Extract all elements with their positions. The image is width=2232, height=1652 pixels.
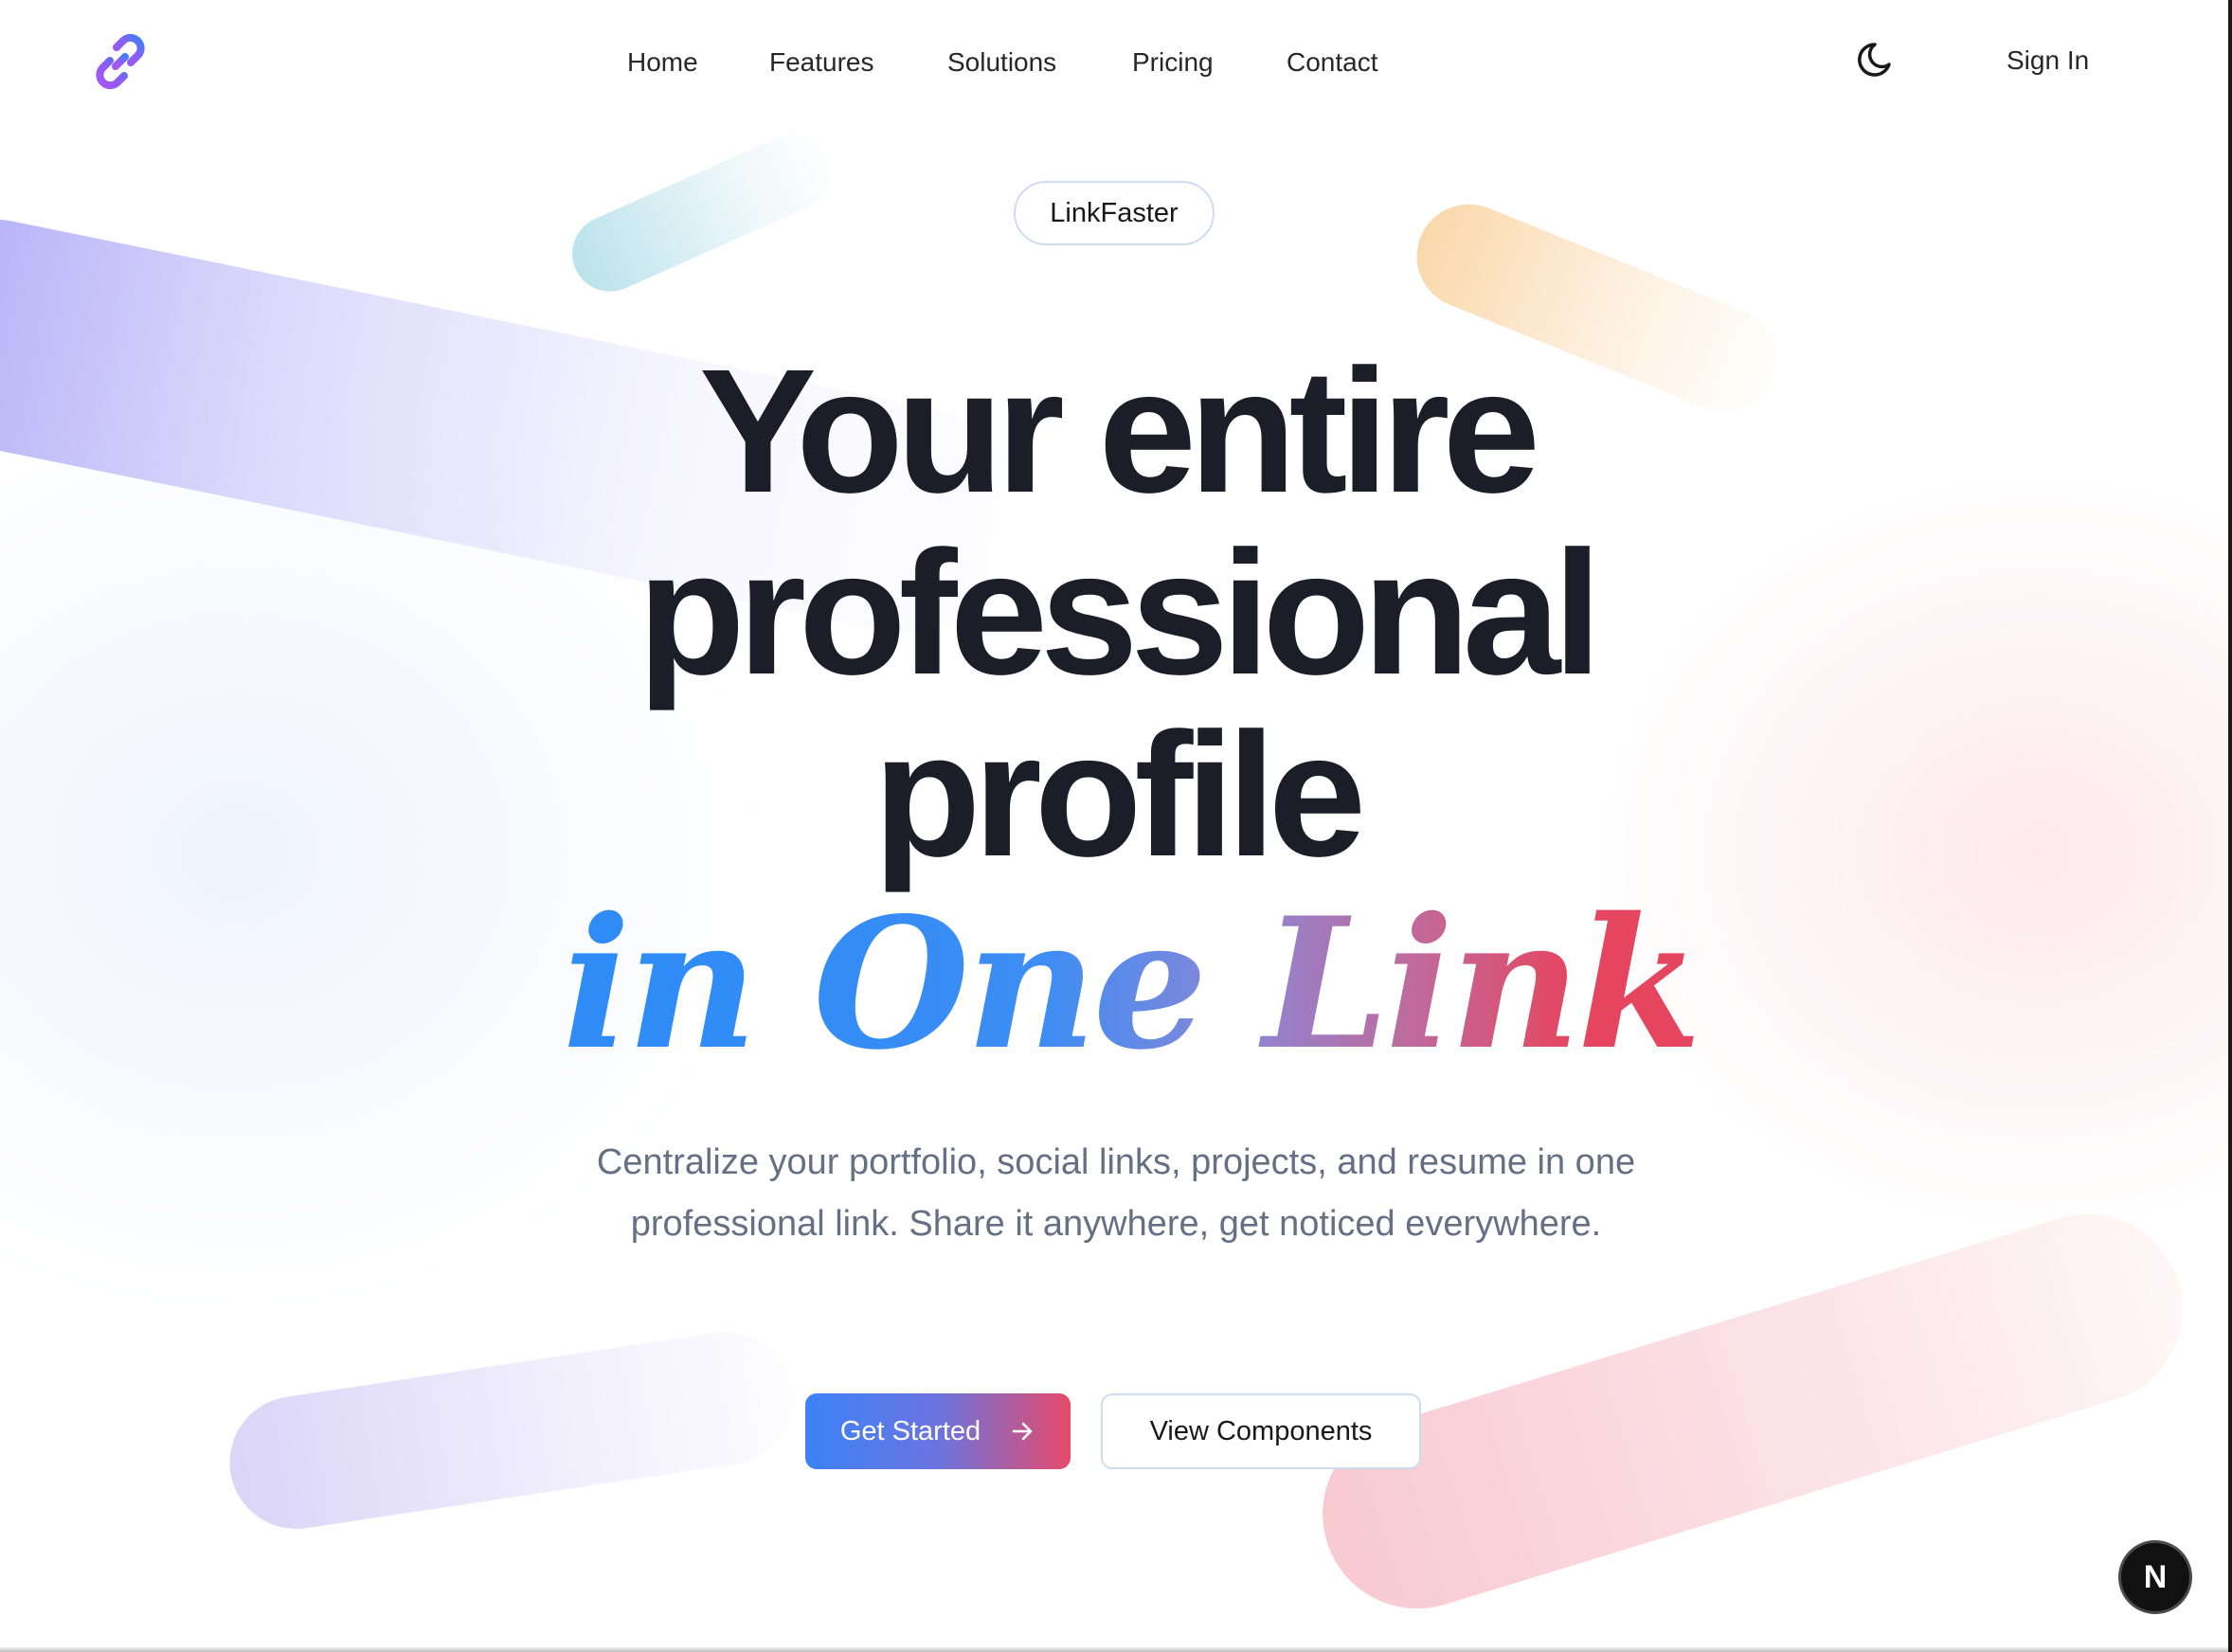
floating-n-badge[interactable]: N <box>2118 1540 2192 1614</box>
brand-badge: LinkFaster <box>1014 181 1215 245</box>
get-started-button[interactable]: Get Started <box>805 1393 1071 1469</box>
script-word: One <box>813 878 1204 1080</box>
view-components-button[interactable]: View Components <box>1101 1393 1421 1469</box>
sign-in-link[interactable]: Sign In <box>2007 40 2089 81</box>
nav-features[interactable]: Features <box>769 42 874 83</box>
nav-solutions[interactable]: Solutions <box>947 42 1056 83</box>
landing-page: Home Features Solutions Pricing Contact … <box>0 0 2232 1652</box>
nav-home[interactable]: Home <box>627 42 698 83</box>
nav-pricing[interactable]: Pricing <box>1132 42 1214 83</box>
window-edge <box>2228 0 2232 1652</box>
headline-line: profile <box>873 697 1366 893</box>
hero-headline: Your entire professional profile <box>0 341 2232 887</box>
theme-toggle-button[interactable] <box>1855 38 1899 81</box>
script-text: in One Link <box>563 878 1699 1080</box>
hero-subtitle: Centralize your portfolio, social links,… <box>596 1142 1636 1244</box>
moon-icon <box>1858 43 1891 77</box>
get-started-label: Get Started <box>839 1415 981 1446</box>
script-word: in <box>563 878 754 1080</box>
arrow-right-icon <box>1012 1422 1033 1441</box>
script-tagline: in One Link <box>563 878 1702 1080</box>
window-bottom-edge <box>0 1646 2232 1652</box>
headline-line: professional <box>638 515 1602 711</box>
nav-contact[interactable]: Contact <box>1287 42 1378 83</box>
headline-line: Your entire <box>698 333 1540 530</box>
script-word: Link <box>1258 878 1699 1080</box>
